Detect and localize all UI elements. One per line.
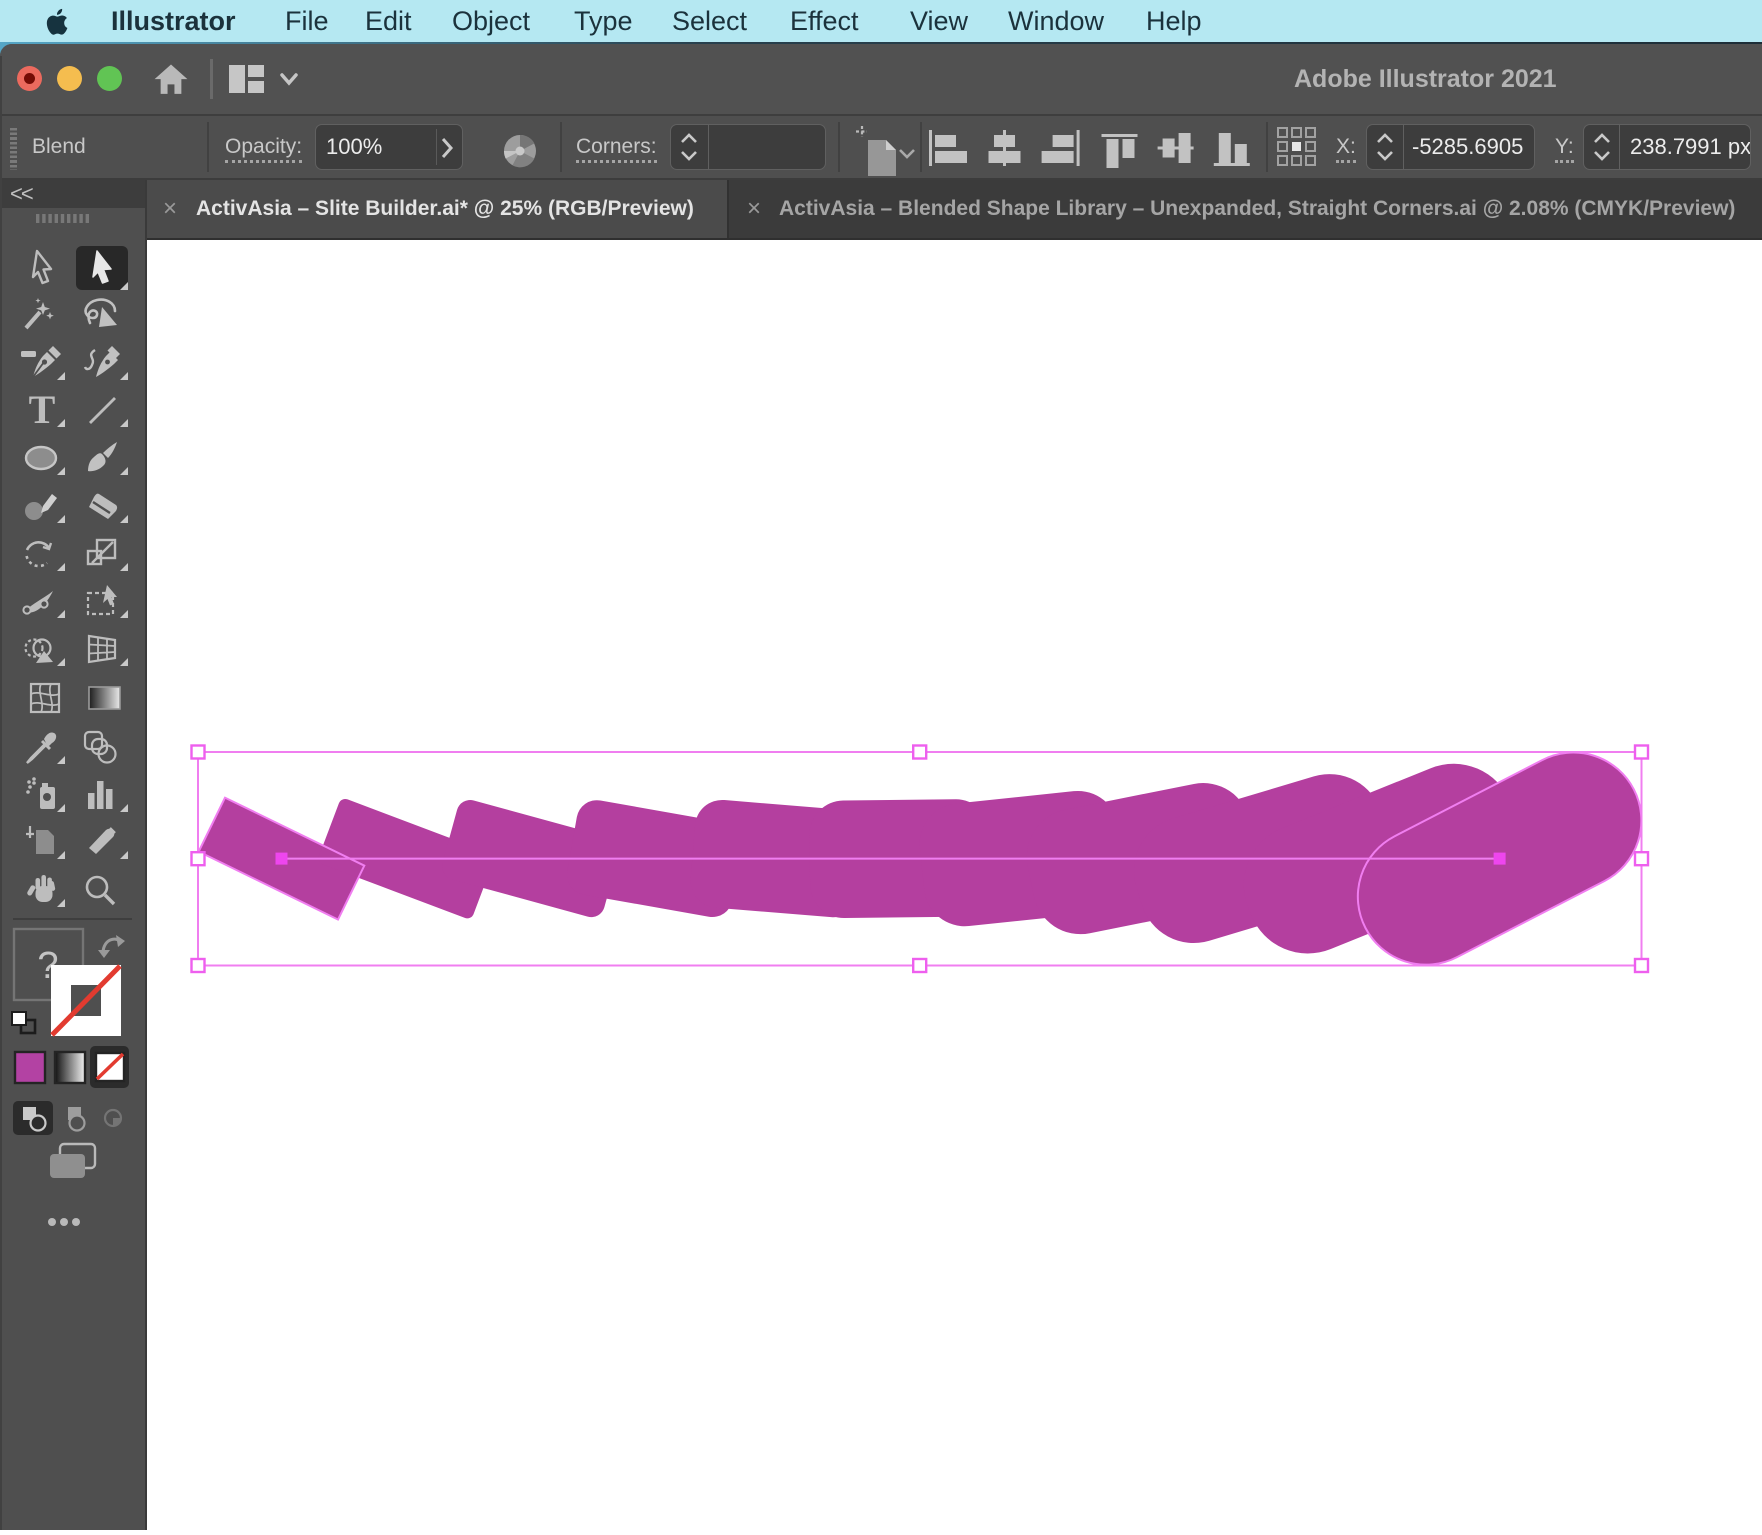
svg-text:T: T: [29, 387, 56, 432]
